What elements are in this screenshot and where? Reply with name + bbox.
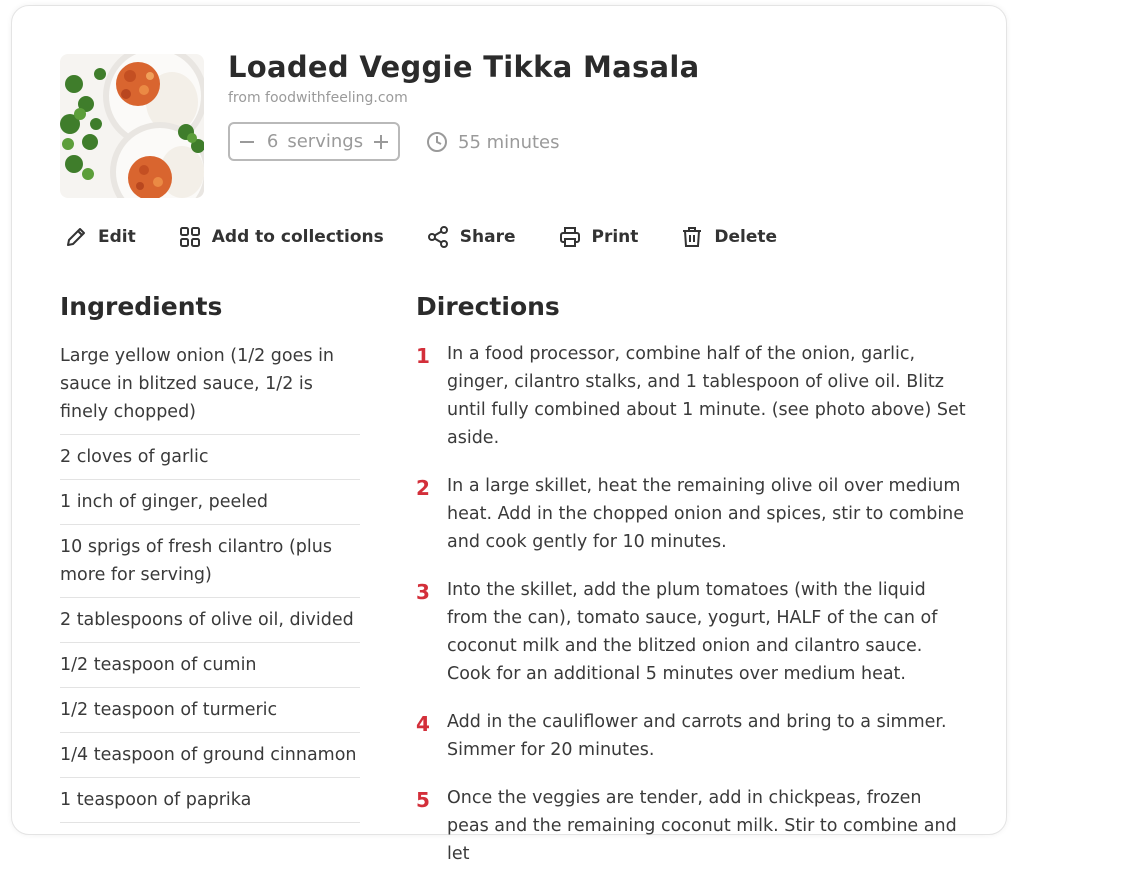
step-number: 4: [416, 712, 430, 736]
step-number: 2: [416, 476, 430, 500]
cook-time: 55 minutes: [426, 131, 560, 153]
ingredient-item: 2 tablespoons of olive oil, divided: [60, 604, 360, 643]
add-to-collections-button[interactable]: Add to collections: [178, 225, 384, 249]
minus-icon: [240, 140, 255, 143]
grid-icon: [179, 227, 200, 247]
step-number: 1: [416, 344, 430, 368]
share-icon: [427, 226, 448, 248]
servings-label: servings: [287, 131, 364, 152]
recipe-photo[interactable]: [60, 54, 204, 198]
ingredient-item: 10 sprigs of fresh cilantro (plus more f…: [60, 531, 360, 598]
step-number: 3: [416, 580, 430, 604]
printer-icon: [559, 227, 580, 247]
ingredient-item: 1/4 teaspoon of ground cinnamon: [60, 739, 360, 778]
directions-list: 1 In a food processor, combine half of t…: [416, 340, 966, 888]
print-button[interactable]: Print: [558, 225, 639, 249]
ingredient-item: 1 inch of ginger, peeled: [60, 486, 360, 525]
step-text: Into the skillet, add the plum tomatoes …: [447, 580, 938, 684]
ingredient-item: 2 cloves of garlic: [60, 441, 360, 480]
trash-icon: [683, 227, 702, 247]
ingredients-list: Large yellow onion (1/2 goes in sauce in…: [60, 340, 360, 829]
cook-time-label: 55 minutes: [458, 131, 560, 153]
ingredient-item: 1/2 teaspoon of cumin: [60, 649, 360, 688]
delete-label: Delete: [714, 227, 778, 247]
directions-heading: Directions: [416, 292, 560, 321]
servings-stepper: 6 servings: [228, 122, 400, 161]
clock-icon: [427, 132, 447, 152]
increase-servings-button[interactable]: [363, 124, 398, 159]
servings-count[interactable]: 6: [267, 131, 278, 152]
pencil-icon: [67, 228, 85, 246]
add-to-collections-label: Add to collections: [211, 227, 384, 247]
share-button[interactable]: Share: [426, 225, 516, 249]
edit-button[interactable]: Edit: [64, 225, 136, 249]
ingredients-heading: Ingredients: [60, 292, 223, 321]
direction-step: 3 Into the skillet, add the plum tomatoe…: [416, 576, 966, 688]
ingredient-item: Large yellow onion (1/2 goes in sauce in…: [60, 340, 360, 435]
plus-icon: [373, 134, 388, 149]
recipe-title: Loaded Veggie Tikka Masala: [228, 50, 700, 84]
direction-step: 1 In a food processor, combine half of t…: [416, 340, 966, 452]
step-number: 5: [416, 788, 430, 812]
recipe-card: Loaded Veggie Tikka Masala from foodwith…: [11, 5, 1007, 864]
share-label: Share: [459, 227, 516, 247]
recipe-source[interactable]: from foodwithfeeling.com: [228, 90, 408, 106]
ingredient-item: 1/2 teaspoon of turmeric: [60, 694, 360, 733]
action-bar: Edit Add to collections Share Print Dele…: [64, 225, 819, 249]
direction-step: 4 Add in the cauliflower and carrots and…: [416, 708, 966, 764]
decrease-servings-button[interactable]: [230, 124, 265, 159]
step-text: Once the veggies are tender, add in chic…: [447, 788, 957, 864]
step-text: In a large skillet, heat the remaining o…: [447, 476, 965, 552]
print-label: Print: [591, 227, 639, 247]
ingredient-item: 1 teaspoon of paprika: [60, 784, 360, 823]
delete-button[interactable]: Delete: [680, 225, 777, 249]
edit-label: Edit: [98, 227, 136, 247]
step-text: In a food processor, combine half of the…: [447, 344, 966, 448]
direction-step: 2 In a large skillet, heat the remaining…: [416, 472, 966, 556]
step-text: Add in the cauliflower and carrots and b…: [447, 712, 947, 760]
direction-step: 5 Once the veggies are tender, add in ch…: [416, 784, 966, 868]
